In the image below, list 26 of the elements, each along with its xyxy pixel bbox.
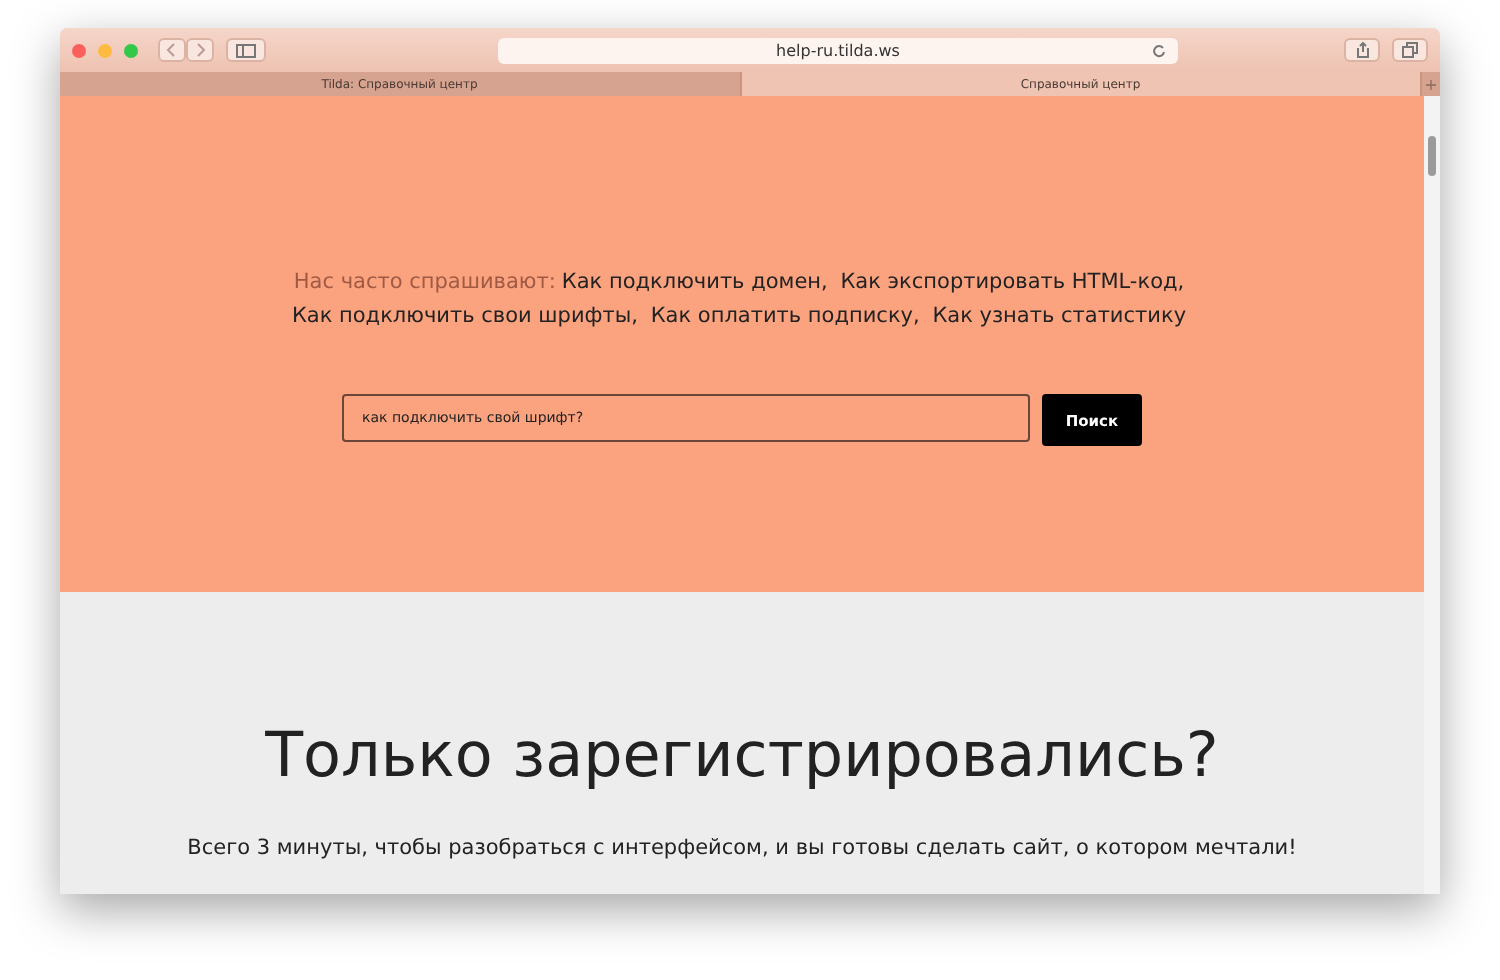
forward-button[interactable] (186, 38, 214, 62)
faq-link[interactable]: Как экспортировать HTML-код, (840, 270, 1185, 294)
share-icon (1355, 42, 1369, 58)
faq-link[interactable]: Как узнать статистику (932, 304, 1187, 328)
intro-subtitle: Всего 3 минуты, чтобы разобраться с интерфейсом, и вы готовы сделать сайт, о котором мечтали! (187, 836, 1297, 860)
minimize-button[interactable] (98, 43, 112, 57)
chevron-right-icon (194, 42, 206, 58)
faq-link[interactable]: Как оплатить подписку, (650, 304, 920, 328)
address-bar[interactable]: help-ru.tilda.ws (498, 37, 1178, 63)
intro-title: Только зарегистрировались? (265, 720, 1219, 792)
tabs-button[interactable] (1392, 38, 1428, 62)
scrollbar[interactable] (1424, 96, 1440, 894)
scrollbar-thumb[interactable] (1428, 136, 1436, 176)
share-button[interactable] (1344, 38, 1380, 62)
faq-link[interactable]: Как подключить свои шрифты, (291, 304, 638, 328)
faq-label: Нас часто спрашивают: (293, 270, 556, 294)
maximize-button[interactable] (124, 43, 138, 57)
sidebar-icon (236, 43, 256, 57)
sidebar-button[interactable] (226, 38, 266, 62)
close-button[interactable] (72, 43, 86, 57)
reload-icon[interactable] (1152, 43, 1166, 57)
chevron-left-icon (166, 42, 178, 58)
tabs-icon (1402, 42, 1418, 58)
back-button[interactable] (158, 38, 186, 62)
url-text: help-ru.tilda.ws (776, 41, 900, 59)
faq-link[interactable]: Как подключить домен, (561, 270, 828, 294)
